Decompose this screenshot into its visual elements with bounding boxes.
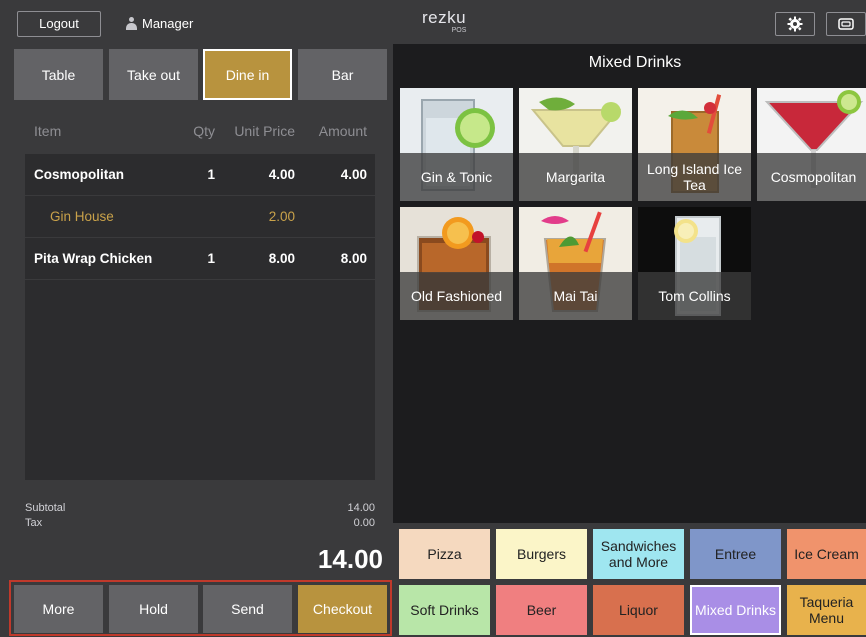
menu-item-label: Old Fashioned: [400, 272, 513, 320]
category-grid: Pizza Burgers Sandwiches and More Entree…: [393, 523, 866, 637]
order-table-header: Item Qty Unit Price Amount: [25, 108, 375, 154]
order-total: 14.00: [317, 544, 383, 574]
column-qty: Qty: [193, 123, 215, 139]
category-burgers[interactable]: Burgers: [496, 529, 587, 579]
category-soft-drinks[interactable]: Soft Drinks: [399, 585, 490, 635]
cash-drawer-icon: [838, 18, 854, 30]
menu-item-margarita[interactable]: Margarita: [519, 88, 632, 201]
settings-button[interactable]: [775, 12, 815, 36]
category-mixed-drinks[interactable]: Mixed Drinks: [690, 585, 781, 635]
menu-item-tom-collins[interactable]: Tom Collins: [638, 207, 751, 320]
menu-item-label: Mai Tai: [519, 272, 632, 320]
column-amount: Amount: [318, 123, 367, 139]
cash-drawer-button[interactable]: [826, 12, 866, 36]
column-item: Item: [34, 123, 62, 139]
subtotal-label: Subtotal: [25, 502, 66, 514]
tax-value: 0.00: [353, 517, 375, 529]
logout-button[interactable]: Logout: [17, 11, 101, 37]
logo-text: rezku: [421, 8, 467, 27]
user-name: Manager: [142, 16, 194, 31]
order-item-unit-price: 8.00: [268, 251, 295, 266]
logo-subtext: POS: [451, 27, 467, 34]
order-item-qty: 1: [207, 167, 215, 182]
order-type-dine-in[interactable]: Dine in: [203, 49, 292, 100]
category-entree[interactable]: Entree: [690, 529, 781, 579]
menu-item-gin-tonic[interactable]: Gin & Tonic: [400, 88, 513, 201]
order-item-name: Cosmopolitan: [34, 167, 124, 182]
order-modifier-row[interactable]: Gin House 2.00: [25, 196, 375, 238]
category-ice-cream[interactable]: Ice Cream: [787, 529, 866, 579]
menu-item-label: Gin & Tonic: [400, 153, 513, 201]
gear-icon: [787, 16, 803, 32]
more-button[interactable]: More: [14, 585, 103, 633]
order-modifier-price: 2.00: [268, 209, 295, 224]
send-button[interactable]: Send: [203, 585, 292, 633]
order-row[interactable]: Pita Wrap Chicken 1 8.00 8.00: [25, 238, 375, 280]
menu-item-mai-tai[interactable]: Mai Tai: [519, 207, 632, 320]
subtotal-value: 14.00: [347, 502, 375, 514]
category-liquor[interactable]: Liquor: [593, 585, 684, 635]
order-row[interactable]: Cosmopolitan 1 4.00 4.00: [25, 154, 375, 196]
order-item-amount: 4.00: [340, 167, 367, 182]
menu-panel: Mixed Drinks Gin & Tonic Margarita Long …: [393, 44, 866, 637]
order-items-list: Cosmopolitan 1 4.00 4.00 Gin House 2.00 …: [25, 154, 375, 480]
menu-item-long-island[interactable]: Long Island Ice Tea: [638, 88, 751, 201]
order-item-unit-price: 4.00: [268, 167, 295, 182]
order-type-bar[interactable]: Bar: [298, 49, 387, 100]
category-pizza[interactable]: Pizza: [399, 529, 490, 579]
category-sandwiches[interactable]: Sandwiches and More: [593, 529, 684, 579]
hold-button[interactable]: Hold: [109, 585, 198, 633]
menu-item-label: Tom Collins: [638, 272, 751, 320]
order-type-table[interactable]: Table: [14, 49, 103, 100]
tax-label: Tax: [25, 517, 43, 529]
menu-item-label: Margarita: [519, 153, 632, 201]
order-panel: Table Take out Dine in Bar Item Qty Unit…: [0, 44, 393, 637]
category-title: Mixed Drinks: [588, 54, 682, 71]
order-item-amount: 8.00: [340, 251, 367, 266]
order-item-qty: 1: [207, 251, 215, 266]
order-modifier-name: Gin House: [50, 209, 114, 224]
user-indicator: Manager: [126, 16, 193, 31]
order-type-take-out[interactable]: Take out: [109, 49, 198, 100]
checkout-button[interactable]: Checkout: [298, 585, 387, 633]
app-logo: rezku POS: [414, 9, 474, 34]
column-unit-price: Unit Price: [234, 123, 295, 139]
menu-item-cosmopolitan[interactable]: Cosmopolitan: [757, 88, 866, 201]
user-icon: [126, 17, 137, 30]
top-bar: Logout Manager rezku POS: [0, 0, 866, 44]
order-item-name: Pita Wrap Chicken: [34, 251, 153, 266]
category-beer[interactable]: Beer: [496, 585, 587, 635]
category-taqueria-menu[interactable]: Taqueria Menu: [787, 585, 866, 635]
menu-item-label: Long Island Ice Tea: [638, 153, 751, 201]
menu-item-old-fashioned[interactable]: Old Fashioned: [400, 207, 513, 320]
menu-item-label: Cosmopolitan: [757, 153, 866, 201]
